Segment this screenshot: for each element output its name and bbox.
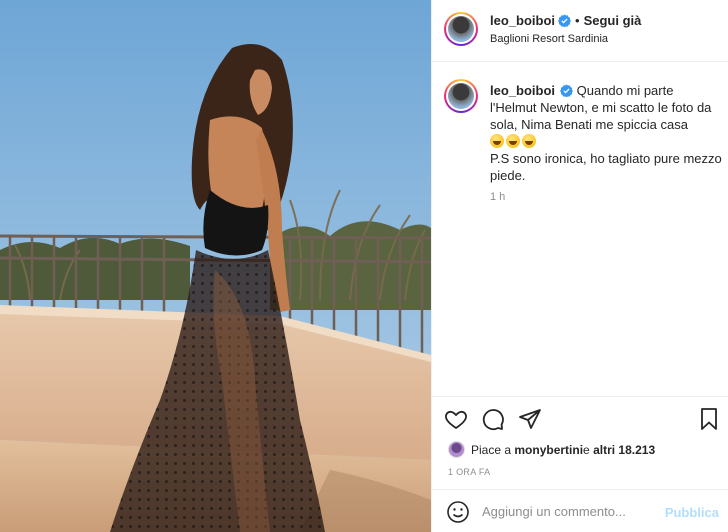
bookmark-icon[interactable] — [697, 407, 721, 431]
emoji-picker-icon[interactable] — [446, 500, 470, 524]
caption-ps-text: P.S sono ironica, ho tagliato pure mezzo… — [490, 151, 722, 183]
author-avatar[interactable] — [444, 12, 478, 46]
separator-dot: • — [575, 13, 580, 28]
rofl-emoji-icon — [522, 134, 536, 148]
following-button[interactable]: Segui già — [584, 13, 642, 28]
caption-timestamp[interactable]: 1 h — [490, 191, 505, 203]
likes-others-count[interactable]: altri 18.213 — [593, 443, 655, 457]
post-caption: leo_boiboi Quando mi parte l'Helmut Newt… — [490, 82, 722, 184]
likes-summary: Piace a monybertini e altri 18.213 — [448, 441, 655, 458]
comment-input[interactable] — [482, 498, 662, 524]
author-username[interactable]: leo_boiboi — [490, 13, 555, 28]
author-line: leo_boiboi • Segui già — [490, 13, 641, 28]
likes-middle: e — [583, 442, 590, 457]
post-photo[interactable] — [0, 0, 431, 532]
liker-username[interactable]: monybertini — [514, 443, 583, 457]
post-date[interactable]: 1 ORA FA — [448, 467, 490, 477]
heart-icon[interactable] — [444, 407, 468, 431]
liker-avatar[interactable] — [448, 441, 465, 458]
comments-area: leo_boiboi Quando mi parte l'Helmut Newt… — [432, 63, 728, 395]
post-side-panel: leo_boiboi • Segui già Baglioni Resort Sar… — [431, 0, 728, 532]
location-link[interactable]: Baglioni Resort Sardinia — [490, 33, 608, 45]
verified-badge-icon — [560, 84, 573, 97]
publish-button[interactable]: Pubblica — [665, 505, 719, 520]
post-header: leo_boiboi • Segui già Baglioni Resort Sar… — [432, 0, 728, 62]
post-actions: Piace a monybertini e altri 18.213 1 ORA… — [432, 396, 728, 532]
likes-prefix: Piace a — [471, 442, 512, 457]
photo-illustration — [0, 0, 431, 532]
rofl-emoji-icon — [506, 134, 520, 148]
add-comment-bar: Pubblica — [432, 489, 728, 532]
comment-icon[interactable] — [481, 407, 505, 431]
rofl-emoji-icon — [490, 134, 504, 148]
laughing-emoji-group — [490, 134, 536, 148]
instagram-post: leo_boiboi • Segui già Baglioni Resort Sar… — [0, 0, 728, 532]
caption-username[interactable]: leo_boiboi — [490, 83, 555, 98]
verified-badge-icon — [558, 14, 571, 27]
share-icon[interactable] — [518, 407, 542, 431]
caption-author-avatar[interactable] — [444, 79, 478, 113]
